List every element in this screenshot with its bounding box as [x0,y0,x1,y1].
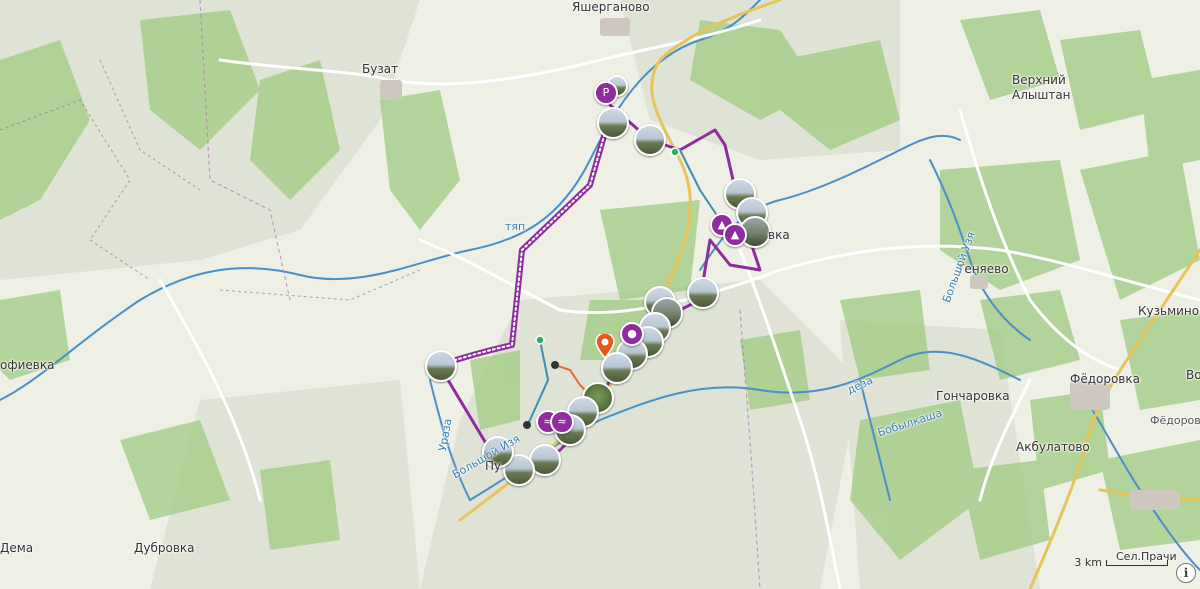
parking-poi-icon[interactable]: P [594,81,618,105]
place-label: Во [1186,368,1200,382]
photo-marker[interactable] [425,350,457,382]
spring-poi-icon[interactable]: ≈ [550,410,574,434]
scale-bar: 3 km [1074,556,1168,569]
place-label: Акбулатово [1016,440,1090,454]
road-label: Фёдоровка- [1150,414,1200,427]
photo-marker[interactable] [634,124,666,156]
place-label: Гончаровка [936,389,1010,403]
river-label: тяп [505,220,526,233]
place-label: вка [768,228,790,242]
scale-line [1106,559,1168,566]
picnic-poi-icon[interactable]: ▲ [723,223,747,247]
place-label: Кузьминов [1138,304,1200,318]
location-pin-icon[interactable] [595,332,615,362]
map-canvas[interactable]: P ▲ ▲ ● ≈ ≈ Яшерганово Бузат Верхний Алы… [0,0,1200,589]
place-label: Дубровка [134,541,195,555]
scale-label: 3 km [1074,556,1102,569]
place-label: Дема [0,541,34,555]
place-label: Верхний [1012,73,1066,87]
place-label: Бузат [362,62,399,76]
place-label: Алыштан [1012,88,1071,102]
place-label: офиевка [0,358,55,372]
info-button[interactable]: i [1176,563,1196,583]
viewpoint-poi-icon[interactable]: ● [620,322,644,346]
photo-marker[interactable] [687,277,719,309]
place-label: Яшерганово [572,0,650,14]
photo-marker[interactable] [597,107,629,139]
place-label: Фёдоровка [1070,372,1140,386]
